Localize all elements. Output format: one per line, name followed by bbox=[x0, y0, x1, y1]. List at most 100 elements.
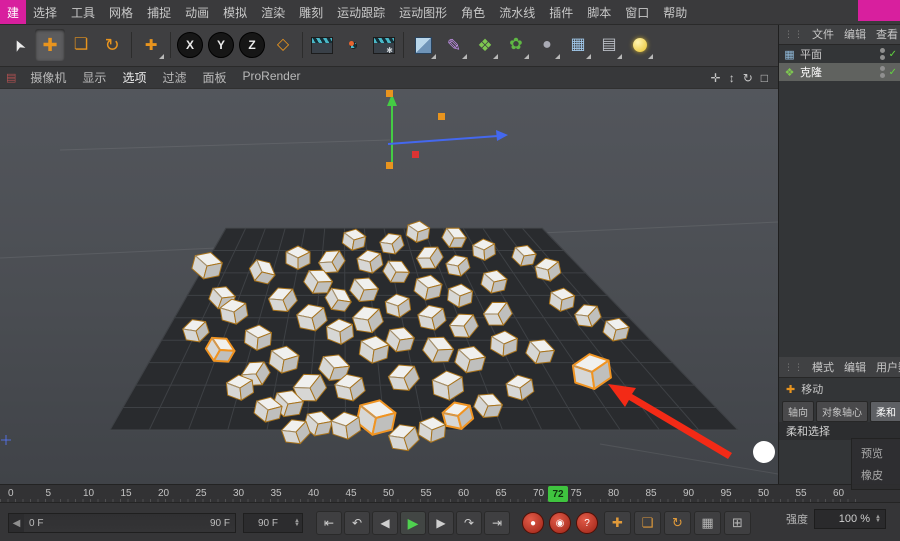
popup-item-预览[interactable]: 预览 bbox=[861, 445, 900, 461]
scale-tool-button[interactable]: ❏ bbox=[66, 29, 96, 61]
menu-item-渲染[interactable]: 渲染 bbox=[254, 4, 292, 21]
viewport-pan-icon[interactable]: ✛ bbox=[711, 71, 721, 85]
menu-item-流水线[interactable]: 流水线 bbox=[492, 4, 542, 21]
menu-item-运动跟踪[interactable]: 运动跟踪 bbox=[330, 4, 392, 21]
viewport-menu-icon[interactable]: ▤ bbox=[0, 71, 22, 84]
spinner-steppers[interactable]: ▲▼ bbox=[292, 519, 302, 527]
scene-camera-button[interactable]: ▤ bbox=[594, 29, 624, 61]
gizmo-handle-red[interactable] bbox=[412, 151, 419, 158]
viewport-zoom-icon[interactable]: ↕ bbox=[729, 71, 735, 85]
key-parameter-button[interactable]: ▦ bbox=[694, 511, 721, 535]
gizmo-handle[interactable] bbox=[386, 90, 393, 97]
attribute-tab-柔和[interactable]: 柔和 bbox=[870, 401, 900, 422]
menu-item-网格[interactable]: 网格 bbox=[102, 4, 140, 21]
om-menu-文件[interactable]: 文件 bbox=[812, 26, 834, 42]
visibility-dot-editor[interactable] bbox=[880, 66, 885, 71]
am-menu-用户数据[interactable]: 用户数据 bbox=[876, 359, 900, 375]
rotate-tool-button[interactable]: ↻ bbox=[97, 29, 127, 61]
last-used-tool-button[interactable]: ✚ bbox=[136, 29, 166, 61]
visibility-dot-render[interactable] bbox=[880, 73, 885, 78]
viewport-menu-选项[interactable]: 选项 bbox=[114, 69, 154, 86]
visibility-dots[interactable] bbox=[880, 66, 885, 78]
scale-tool-icon: ❏ bbox=[74, 37, 88, 53]
autokey-button[interactable]: ◉ bbox=[549, 512, 571, 534]
timeline-playhead[interactable]: 72 bbox=[548, 486, 568, 502]
deformer-button[interactable]: ● bbox=[532, 29, 562, 61]
timeline-ruler[interactable]: 72 0510152025303540455055606570758085909… bbox=[0, 484, 900, 503]
popup-item-橡皮[interactable]: 橡皮 bbox=[861, 467, 900, 483]
viewport-rotate-icon[interactable]: ↻ bbox=[743, 71, 753, 85]
visibility-dot-editor[interactable] bbox=[880, 48, 885, 53]
attribute-tab-对象轴心[interactable]: 对象轴心 bbox=[816, 401, 868, 422]
viewport-menu-过滤[interactable]: 过滤 bbox=[154, 69, 194, 86]
menu-item-插件[interactable]: 插件 bbox=[542, 4, 580, 21]
gizmo-handle[interactable] bbox=[438, 113, 445, 120]
record-keyframe-button[interactable]: ● bbox=[522, 512, 544, 534]
menu-item-工具[interactable]: 工具 bbox=[64, 4, 102, 21]
viewport-menu-摄像机[interactable]: 摄像机 bbox=[22, 69, 74, 86]
viewport-toggle-icon[interactable]: □ bbox=[761, 71, 768, 85]
menu-item-捕捉[interactable]: 捕捉 bbox=[140, 4, 178, 21]
lock-x-axis-button[interactable]: X bbox=[175, 29, 205, 61]
menu-item-动画[interactable]: 动画 bbox=[178, 4, 216, 21]
enabled-check-icon[interactable]: ✓ bbox=[889, 67, 897, 78]
menu-item-选择[interactable]: 选择 bbox=[26, 4, 64, 21]
am-menu-编辑[interactable]: 编辑 bbox=[844, 359, 866, 375]
live-selection-button[interactable]: ➤ bbox=[4, 29, 34, 61]
prev-frame-button[interactable]: ◀ bbox=[372, 511, 398, 535]
om-menu-查看[interactable]: 查看 bbox=[876, 26, 898, 42]
range-track[interactable]: 0 F 90 F bbox=[24, 514, 235, 532]
end-frame-spinner[interactable]: 90 F ▲▼ bbox=[243, 513, 303, 533]
scene-light-button[interactable] bbox=[625, 29, 655, 61]
object-row-平面[interactable]: ▦平面✓ bbox=[779, 45, 900, 63]
keying-help-button[interactable]: ? bbox=[576, 512, 598, 534]
viewport-menu-ProRender[interactable]: ProRender bbox=[234, 69, 308, 86]
key-position-button[interactable]: ✚ bbox=[604, 511, 631, 535]
strength-steppers[interactable]: ▲▼ bbox=[873, 515, 883, 523]
enabled-check-icon[interactable]: ✓ bbox=[889, 49, 897, 60]
move-tool-button[interactable]: ✚ bbox=[35, 29, 65, 61]
visibility-dots[interactable] bbox=[880, 48, 885, 60]
viewport[interactable] bbox=[0, 88, 778, 484]
viewport-menu-面板[interactable]: 面板 bbox=[194, 69, 234, 86]
goto-end-button[interactable]: ⇥ bbox=[484, 511, 510, 535]
lock-y-axis-button[interactable]: Y bbox=[206, 29, 236, 61]
mograph-cloner-button[interactable]: ❖ bbox=[470, 29, 500, 61]
render-view-button[interactable] bbox=[307, 29, 337, 61]
gizmo-handle[interactable] bbox=[386, 162, 393, 169]
menu-item-雕刻[interactable]: 雕刻 bbox=[292, 4, 330, 21]
viewport-nav-tools: ✛ ↕ ↻ □ bbox=[711, 71, 778, 85]
coordinate-system-button[interactable]: ◇ bbox=[268, 29, 298, 61]
lock-z-axis-button[interactable]: Z bbox=[237, 29, 267, 61]
ruler-label: 80 bbox=[608, 488, 619, 499]
key-rotation-button[interactable]: ↻ bbox=[664, 511, 691, 535]
key-pla-button[interactable]: ⊞ bbox=[724, 511, 751, 535]
effector-button[interactable]: ✿ bbox=[501, 29, 531, 61]
menu-item-角色[interactable]: 角色 bbox=[454, 4, 492, 21]
goto-start-button[interactable]: ⇤ bbox=[316, 511, 342, 535]
attribute-tab-轴向[interactable]: 轴向 bbox=[782, 401, 814, 422]
menu-item-模拟[interactable]: 模拟 bbox=[216, 4, 254, 21]
frame-range-slider[interactable]: ◀ 0 F 90 F bbox=[8, 513, 236, 533]
menu-item-帮助[interactable]: 帮助 bbox=[656, 4, 694, 21]
prev-key-button[interactable]: ↶ bbox=[344, 511, 370, 535]
strength-field[interactable]: 100 % ▲▼ bbox=[814, 509, 886, 529]
om-menu-编辑[interactable]: 编辑 bbox=[844, 26, 866, 42]
next-frame-button[interactable]: ▶ bbox=[428, 511, 454, 535]
primitive-cube-button[interactable] bbox=[408, 29, 438, 61]
menu-item-窗口[interactable]: 窗口 bbox=[618, 4, 656, 21]
render-picture-viewer-button[interactable] bbox=[338, 29, 368, 61]
key-scale-button[interactable]: ❏ bbox=[634, 511, 661, 535]
pen-spline-button[interactable]: ✎ bbox=[439, 29, 469, 61]
am-menu-模式[interactable]: 模式 bbox=[812, 359, 834, 375]
floor-grid-button[interactable]: ▦ bbox=[563, 29, 593, 61]
render-settings-button[interactable] bbox=[369, 29, 399, 61]
visibility-dot-render[interactable] bbox=[880, 55, 885, 60]
play-button[interactable]: ▶ bbox=[400, 511, 426, 535]
loop-button[interactable]: ↷ bbox=[456, 511, 482, 535]
viewport-menu-显示[interactable]: 显示 bbox=[74, 69, 114, 86]
object-row-克隆[interactable]: ❖克隆✓ bbox=[779, 63, 900, 81]
menu-item-脚本[interactable]: 脚本 bbox=[580, 4, 618, 21]
range-left-arrow[interactable]: ◀ bbox=[9, 518, 24, 529]
menu-item-运动图形[interactable]: 运动图形 bbox=[392, 4, 454, 21]
